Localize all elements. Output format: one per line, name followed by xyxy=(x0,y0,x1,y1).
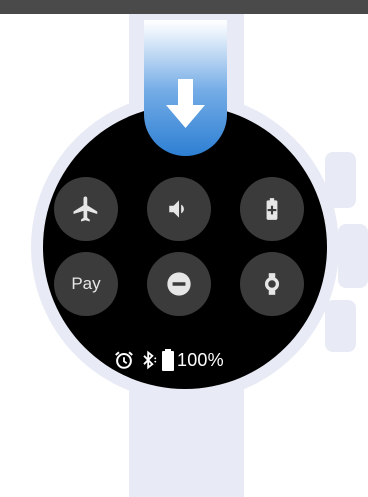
swipe-down-handle[interactable] xyxy=(144,20,227,156)
side-button-bottom[interactable] xyxy=(325,300,356,352)
airplane-icon xyxy=(73,196,98,222)
airplane-mode-tile[interactable] xyxy=(54,177,118,241)
volume-icon xyxy=(169,200,184,218)
volume-tile[interactable] xyxy=(147,177,211,241)
status-bar: 100% xyxy=(113,348,224,372)
crown-button[interactable] xyxy=(338,224,368,288)
watch-icon xyxy=(264,273,280,295)
do-not-disturb-icon xyxy=(167,272,191,296)
battery-saver-icon xyxy=(266,198,278,220)
pay-tile[interactable]: Pay xyxy=(54,252,118,316)
watch-settings-tile[interactable] xyxy=(240,252,304,316)
battery-percentage: 100% xyxy=(177,349,224,370)
do-not-disturb-tile[interactable] xyxy=(147,252,211,316)
battery-icon xyxy=(162,349,174,371)
top-bar xyxy=(0,0,368,14)
pay-icon: Pay xyxy=(71,274,101,293)
alarm-icon xyxy=(115,351,133,369)
battery-saver-tile[interactable] xyxy=(240,177,304,241)
arrow-down-icon xyxy=(166,79,205,128)
bluetooth-icon xyxy=(143,350,157,370)
